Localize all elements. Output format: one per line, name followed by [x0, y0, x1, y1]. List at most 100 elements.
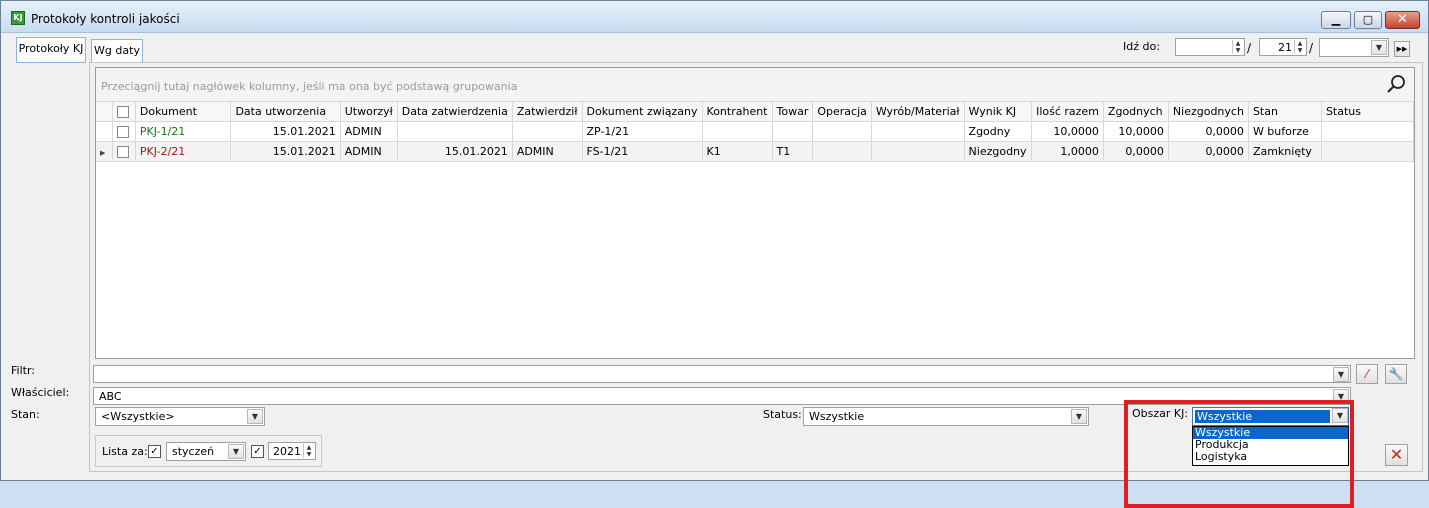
wlasciciel-label: Właściciel: — [11, 386, 70, 399]
chevron-down-icon[interactable]: ▼ — [1371, 40, 1387, 55]
cell-niezgodnych[interactable]: 0,0000 — [1168, 121, 1249, 142]
filtr-label: Filtr: — [11, 364, 35, 377]
cell-kontrahent[interactable] — [702, 121, 773, 142]
stepper-arrows-icon[interactable]: ▲ ▼ — [1232, 40, 1243, 54]
row-select-cell[interactable] — [112, 141, 136, 162]
row-indicator: ▶ — [96, 141, 114, 162]
cell-wynik[interactable]: Niezgodny — [964, 141, 1033, 162]
cell-zgodnych[interactable]: 10,0000 — [1103, 121, 1169, 142]
cell-wyrob[interactable] — [871, 141, 965, 162]
documents-table: Dokument Data utworzenia Utworzył Data z… — [96, 102, 1415, 162]
cell-operacja[interactable] — [812, 121, 872, 142]
cell-status[interactable] — [1321, 141, 1415, 162]
month-select[interactable]: styczeń ▼ — [166, 442, 246, 461]
cell-towar[interactable]: T1 — [772, 141, 814, 162]
cell-zatwierdzil[interactable] — [512, 121, 583, 142]
column-header[interactable]: Niezgodnych — [1168, 102, 1249, 122]
cell-utworzyl[interactable]: ADMIN — [340, 121, 398, 142]
close-window-button[interactable]: ✕ — [1385, 11, 1420, 29]
goto-label: Idź do: — [1123, 40, 1160, 53]
stan-label: Stan: — [11, 408, 40, 421]
cell-dokument-zwiazany[interactable]: FS-1/21 — [582, 141, 703, 162]
wrench-icon: 🔧 — [1388, 367, 1404, 381]
tab-protokoly-kj[interactable]: Protokoły KJ — [16, 37, 86, 63]
chevron-down-icon[interactable]: ▼ — [228, 444, 244, 459]
column-header[interactable]: Ilość razem — [1031, 102, 1104, 122]
column-header[interactable]: Data utworzenia — [230, 102, 341, 122]
cell-wyrob[interactable] — [871, 121, 965, 142]
cell-stan[interactable]: W buforze — [1248, 121, 1322, 142]
group-by-area[interactable]: Przeciągnij tutaj nagłówek kolumny, jeśl… — [96, 68, 1414, 102]
cell-stan[interactable]: Zamknięty — [1248, 141, 1322, 162]
status-select[interactable]: Wszystkie ▼ — [803, 407, 1089, 426]
chevron-down-icon[interactable]: ▼ — [1333, 367, 1349, 382]
column-header[interactable]: Data zatwierdzenia — [397, 102, 513, 122]
cell-niezgodnych[interactable]: 0,0000 — [1168, 141, 1249, 162]
cell-data-utworzenia[interactable]: 15.01.2021 — [230, 121, 341, 142]
select-all-header[interactable] — [112, 102, 136, 122]
row-indicator-header — [96, 102, 114, 122]
year-checkbox[interactable]: ✓ — [251, 445, 264, 458]
cell-status[interactable] — [1321, 121, 1415, 142]
column-header[interactable]: Kontrahent — [702, 102, 773, 122]
goto-month-stepper[interactable]: 21 ▲ ▼ — [1259, 38, 1307, 56]
column-header[interactable]: Towar — [772, 102, 814, 122]
column-header[interactable]: Status — [1321, 102, 1415, 122]
close-button[interactable]: ✕ — [1385, 444, 1408, 466]
table-row[interactable]: ▶ PKJ-2/21 15.01.2021 ADMIN 15.01.2021 A… — [96, 141, 1415, 162]
maximize-button[interactable]: ▢ — [1354, 11, 1382, 29]
month-checkbox[interactable]: ✓ — [148, 445, 161, 458]
cell-dokument[interactable]: PKJ-1/21 — [135, 121, 232, 142]
goto-year-select[interactable]: ▼ — [1319, 38, 1389, 57]
stan-select[interactable]: <Wszystkie> ▼ — [95, 407, 265, 426]
clear-filter-button[interactable]: ⁄ — [1356, 364, 1378, 384]
column-header[interactable]: Wynik KJ — [964, 102, 1033, 122]
table-header-row: Dokument Data utworzenia Utworzył Data z… — [96, 102, 1415, 122]
cell-data-utworzenia[interactable]: 15.01.2021 — [230, 141, 341, 162]
chevron-down-icon[interactable]: ▼ — [247, 409, 263, 424]
fast-forward-icon: ▶▶ — [1396, 45, 1408, 53]
cell-zgodnych[interactable]: 0,0000 — [1103, 141, 1169, 162]
cell-data-zatwierdzenia[interactable] — [397, 121, 513, 142]
cell-zatwierdzil[interactable]: ADMIN — [512, 141, 583, 162]
cell-wynik[interactable]: Zgodny — [964, 121, 1033, 142]
row-checkbox[interactable] — [117, 125, 130, 138]
stepper-arrows-icon[interactable]: ▲ ▼ — [303, 444, 314, 458]
column-header[interactable]: Dokument związany — [582, 102, 703, 122]
minimize-button[interactable]: ▁ — [1321, 11, 1351, 29]
chevron-down-icon[interactable]: ▼ — [1071, 409, 1087, 424]
year-stepper[interactable]: 2021 ▲ ▼ — [268, 442, 316, 460]
table-row[interactable]: PKJ-1/21 15.01.2021 ADMIN ZP-1/21 Zgodny… — [96, 121, 1415, 142]
column-header[interactable]: Zgodnych — [1103, 102, 1169, 122]
column-header[interactable]: Wyrób/Materiał — [871, 102, 965, 122]
tab-wg-daty[interactable]: Wg daty — [91, 39, 143, 63]
window-title: Protokoły kontroli jakości — [31, 12, 180, 26]
stepper-arrows-icon[interactable]: ▲ ▼ — [1294, 40, 1305, 54]
goto-day-stepper[interactable]: ▲ ▼ — [1175, 38, 1245, 56]
row-select-cell[interactable] — [112, 121, 136, 142]
cell-utworzyl[interactable]: ADMIN — [340, 141, 398, 162]
filter-settings-button[interactable]: 🔧 — [1385, 364, 1407, 384]
row-checkbox[interactable] — [117, 145, 130, 158]
cell-kontrahent[interactable]: K1 — [702, 141, 773, 162]
column-header[interactable]: Operacja — [812, 102, 872, 122]
column-header[interactable]: Zatwierdził — [512, 102, 583, 122]
column-header[interactable]: Dokument — [135, 102, 232, 122]
search-icon[interactable] — [1386, 74, 1406, 94]
lista-za-group: Lista za: ✓ styczeń ▼ ✓ 2021 ▲ ▼ — [95, 435, 322, 467]
cell-towar[interactable] — [772, 121, 814, 142]
cell-ilosc[interactable]: 1,0000 — [1031, 141, 1104, 162]
cell-data-zatwierdzenia[interactable]: 15.01.2021 — [397, 141, 513, 162]
documents-grid: Przeciągnij tutaj nagłówek kolumny, jeśl… — [95, 67, 1415, 359]
column-header[interactable]: Utworzył — [340, 102, 398, 122]
go-forward-button[interactable]: ▶▶ — [1394, 41, 1410, 57]
filtr-input[interactable]: ▼ — [93, 365, 1351, 383]
cell-ilosc[interactable]: 10,0000 — [1031, 121, 1104, 142]
cell-dokument[interactable]: PKJ-2/21 — [135, 141, 232, 162]
column-header[interactable]: Stan — [1248, 102, 1322, 122]
cell-dokument-zwiazany[interactable]: ZP-1/21 — [582, 121, 703, 142]
maximize-icon: ▢ — [1362, 13, 1374, 26]
select-all-checkbox[interactable] — [117, 105, 130, 118]
cell-operacja[interactable] — [812, 141, 872, 162]
status-label: Status: — [763, 408, 802, 421]
